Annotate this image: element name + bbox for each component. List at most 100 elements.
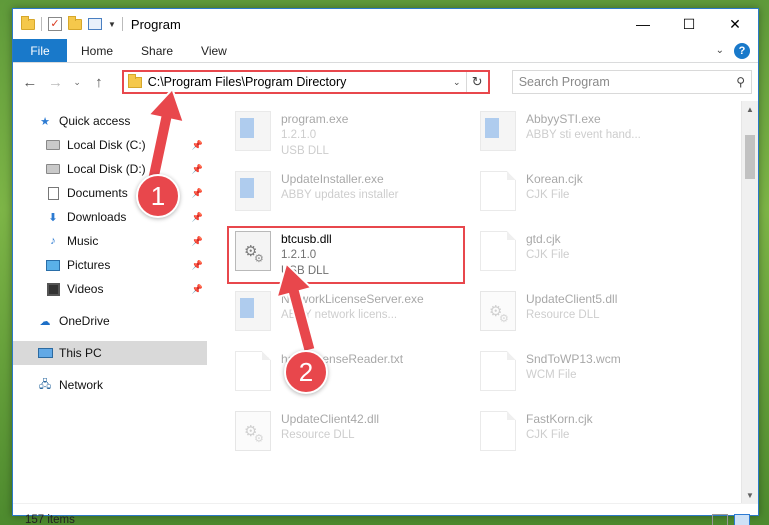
sidebar-item-videos[interactable]: Videos 📌 <box>13 277 207 301</box>
tab-view[interactable]: View <box>187 39 241 62</box>
properties-icon[interactable] <box>88 18 102 30</box>
sidebar-item-this-pc[interactable]: This PC <box>13 341 207 365</box>
cloud-icon: ☁ <box>39 315 51 328</box>
main-content: ★ Quick access Local Disk (C:) 📌 Local D… <box>13 101 758 503</box>
file-item[interactable]: gtd.cjk CJK File <box>480 229 725 289</box>
sidebar-item-label: Network <box>59 378 104 392</box>
pin-icon[interactable]: 📌 <box>192 236 203 247</box>
address-dropdown-icon[interactable]: ⌄ <box>448 77 466 88</box>
callout-arrow-2 <box>275 261 317 354</box>
sidebar-item-label: This PC <box>59 346 102 360</box>
file-detail: 1.2.1.0 <box>281 129 317 141</box>
sidebar-item-onedrive[interactable]: ☁ OneDrive <box>13 309 207 333</box>
pin-icon[interactable]: 📌 <box>192 164 203 175</box>
scroll-down-icon[interactable]: ▼ <box>742 487 758 503</box>
file-name: gtd.cjk <box>526 232 561 246</box>
search-box[interactable]: ⚲ <box>511 70 752 94</box>
file-item[interactable]: haspLicenseReader.txt <box>235 349 480 409</box>
file-name: FastKorn.cjk <box>526 412 593 426</box>
title-bar: ✓ ▼ Program — ☐ ✕ <box>13 9 758 39</box>
help-icon[interactable]: ? <box>734 42 750 59</box>
tab-home[interactable]: Home <box>67 39 127 62</box>
pin-icon[interactable]: 📌 <box>192 188 203 199</box>
large-icons-view-icon[interactable] <box>734 513 750 525</box>
scrollbar-thumb[interactable] <box>745 135 755 179</box>
refresh-icon[interactable]: ↻ <box>465 72 488 92</box>
sidebar-item-label: Downloads <box>67 210 127 224</box>
file-item[interactable]: ⚙ ⚙ UpdateClient42.dll Resource DLL <box>235 409 480 469</box>
customize-toolbar-icon[interactable]: ▼ <box>108 20 116 29</box>
maximize-button[interactable]: ☐ <box>666 9 712 39</box>
toolbar-divider <box>41 17 42 31</box>
file-item[interactable]: FastKorn.cjk CJK File <box>480 409 725 469</box>
navigation-bar: ← → ⌄ ↑ C:\Program Files\Program Directo… <box>13 63 758 101</box>
callout-badge-2: 2 <box>284 350 328 394</box>
sidebar-item-label: Pictures <box>67 258 111 272</box>
up-arrow-icon[interactable]: ↑ <box>88 71 110 93</box>
sidebar-item-label: Local Disk (D:) <box>67 162 146 176</box>
expand-ribbon-icon[interactable]: ⌄ <box>716 45 724 56</box>
network-icon: 🖧 <box>38 378 52 391</box>
scroll-up-icon[interactable]: ▲ <box>742 101 758 117</box>
file-detail: WCM File <box>526 369 577 381</box>
file-detail: Resource DLL <box>281 429 355 441</box>
file-item[interactable]: Korean.cjk CJK File <box>480 169 725 229</box>
music-icon: ♪ <box>50 235 56 247</box>
properties-check-icon[interactable]: ✓ <box>48 17 62 31</box>
folder-icon <box>21 15 35 30</box>
tab-file[interactable]: File <box>13 39 67 62</box>
minimize-button[interactable]: — <box>620 9 666 39</box>
ribbon-right: ⌄ ? <box>716 39 758 62</box>
sidebar-item-pictures[interactable]: Pictures 📌 <box>13 253 207 277</box>
file-detail: CJK File <box>526 189 570 201</box>
view-toggle <box>712 513 750 525</box>
file-item[interactable]: ⚙ ⚙ UpdateClient5.dll Resource DLL <box>480 289 725 349</box>
new-folder-icon[interactable] <box>68 15 82 30</box>
file-page-icon <box>480 411 516 451</box>
sidebar-item-network[interactable]: 🖧 Network <box>13 373 207 397</box>
file-item[interactable]: AbbyySTI.exe ABBY sti event hand... <box>480 109 725 169</box>
search-input[interactable] <box>518 75 737 89</box>
recent-locations-chevron-icon[interactable]: ⌄ <box>70 71 84 93</box>
file-item[interactable]: SndToWP13.wcm WCM File <box>480 349 725 409</box>
ribbon-tabs: File Home Share View ⌄ ? <box>13 39 758 63</box>
sidebar-item-label: Quick access <box>59 114 131 128</box>
file-name: UpdateInstaller.exe <box>281 172 384 186</box>
sidebar-item-downloads[interactable]: ⬇ Downloads 📌 <box>13 205 207 229</box>
pin-icon[interactable]: 📌 <box>192 140 203 151</box>
file-item[interactable]: UpdateInstaller.exe ABBY updates installe… <box>235 169 480 229</box>
pin-icon[interactable]: 📌 <box>192 284 203 295</box>
dll-gear-icon: ⚙ ⚙ <box>480 291 516 331</box>
vertical-scrollbar[interactable]: ▲ ▼ <box>741 101 758 503</box>
forward-arrow-icon[interactable]: → <box>45 71 67 93</box>
callout-badge-1: 1 <box>136 174 180 218</box>
sidebar-item-music[interactable]: ♪ Music 📌 <box>13 229 207 253</box>
computer-icon <box>37 346 53 360</box>
file-page-icon <box>235 351 271 391</box>
file-highlight-box <box>227 226 465 284</box>
file-name: AbbyySTI.exe <box>526 112 601 126</box>
pin-icon[interactable]: 📌 <box>192 212 203 223</box>
sidebar-item-label: Local Disk (C:) <box>67 138 146 152</box>
file-page-icon <box>480 351 516 391</box>
tab-share[interactable]: Share <box>127 39 187 62</box>
window-title: Program <box>130 16 181 32</box>
back-arrow-icon[interactable]: ← <box>19 71 41 93</box>
close-button[interactable]: ✕ <box>712 9 758 39</box>
application-icon <box>480 111 516 151</box>
file-name: SndToWP13.wcm <box>526 352 621 366</box>
sidebar-item-label: Music <box>67 234 99 248</box>
application-icon <box>235 171 271 211</box>
pin-icon[interactable]: 📌 <box>192 260 203 271</box>
details-view-icon[interactable] <box>712 513 728 525</box>
address-path[interactable]: C:\Program Files\Program Directory <box>148 75 448 89</box>
search-icon[interactable]: ⚲ <box>736 75 745 89</box>
file-item[interactable]: NetworkLicenseServer.exe ABBY network lic… <box>235 289 480 349</box>
file-explorer-window: ✓ ▼ Program — ☐ ✕ File Home Share View ⌄… <box>12 8 759 525</box>
file-name: Korean.cjk <box>526 172 583 186</box>
file-name: UpdateClient42.dll <box>281 412 380 426</box>
documents-icon <box>45 186 61 200</box>
file-item[interactable]: program.exe 1.2.1.0 USB DLL <box>235 109 480 169</box>
dll-gear-icon: ⚙ ⚙ <box>235 411 271 451</box>
videos-icon <box>45 282 61 296</box>
